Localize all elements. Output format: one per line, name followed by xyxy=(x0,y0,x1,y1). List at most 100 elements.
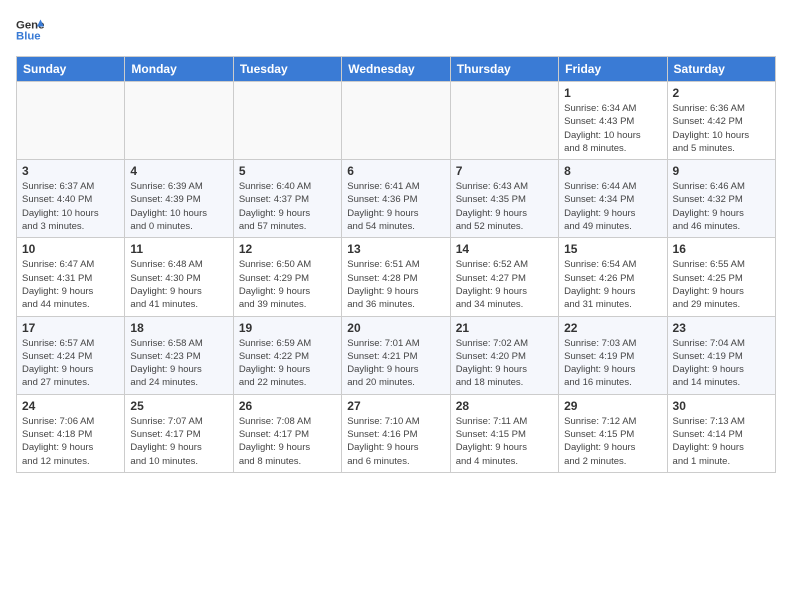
day-number: 6 xyxy=(347,164,444,178)
day-number: 4 xyxy=(130,164,227,178)
day-number: 9 xyxy=(673,164,770,178)
day-number: 3 xyxy=(22,164,119,178)
day-info: Sunrise: 7:07 AM Sunset: 4:17 PM Dayligh… xyxy=(130,415,227,468)
calendar-cell xyxy=(233,82,341,160)
calendar-table: SundayMondayTuesdayWednesdayThursdayFrid… xyxy=(16,56,776,473)
weekday-header-sunday: Sunday xyxy=(17,57,125,82)
day-info: Sunrise: 6:43 AM Sunset: 4:35 PM Dayligh… xyxy=(456,180,553,233)
day-number: 19 xyxy=(239,321,336,335)
day-number: 18 xyxy=(130,321,227,335)
calendar-cell: 15 Sunrise: 6:54 AM Sunset: 4:26 PM Dayli… xyxy=(559,238,667,316)
weekday-header-wednesday: Wednesday xyxy=(342,57,450,82)
day-info: Sunrise: 7:03 AM Sunset: 4:19 PM Dayligh… xyxy=(564,337,661,390)
day-info: Sunrise: 7:04 AM Sunset: 4:19 PM Dayligh… xyxy=(673,337,770,390)
calendar-cell xyxy=(17,82,125,160)
calendar-cell: 8 Sunrise: 6:44 AM Sunset: 4:34 PM Daylig… xyxy=(559,160,667,238)
calendar-cell: 18 Sunrise: 6:58 AM Sunset: 4:23 PM Dayli… xyxy=(125,316,233,394)
day-info: Sunrise: 6:52 AM Sunset: 4:27 PM Dayligh… xyxy=(456,258,553,311)
calendar-cell: 11 Sunrise: 6:48 AM Sunset: 4:30 PM Dayli… xyxy=(125,238,233,316)
day-number: 24 xyxy=(22,399,119,413)
calendar-cell: 4Sunrise: 6:39 AM Sunset: 4:39 PM Daylig… xyxy=(125,160,233,238)
day-number: 14 xyxy=(456,242,553,256)
day-number: 1 xyxy=(564,86,661,100)
day-number: 7 xyxy=(456,164,553,178)
calendar-cell: 14 Sunrise: 6:52 AM Sunset: 4:27 PM Dayli… xyxy=(450,238,558,316)
calendar-cell xyxy=(342,82,450,160)
day-number: 21 xyxy=(456,321,553,335)
day-info: Sunrise: 7:13 AM Sunset: 4:14 PM Dayligh… xyxy=(673,415,770,468)
day-number: 22 xyxy=(564,321,661,335)
calendar-cell: 5 Sunrise: 6:40 AM Sunset: 4:37 PM Daylig… xyxy=(233,160,341,238)
weekday-header-friday: Friday xyxy=(559,57,667,82)
day-number: 15 xyxy=(564,242,661,256)
calendar-cell: 19 Sunrise: 6:59 AM Sunset: 4:22 PM Dayli… xyxy=(233,316,341,394)
logo: General Blue xyxy=(16,16,44,44)
day-info: Sunrise: 7:08 AM Sunset: 4:17 PM Dayligh… xyxy=(239,415,336,468)
calendar-cell: 17 Sunrise: 6:57 AM Sunset: 4:24 PM Dayli… xyxy=(17,316,125,394)
day-info: Sunrise: 7:01 AM Sunset: 4:21 PM Dayligh… xyxy=(347,337,444,390)
day-number: 11 xyxy=(130,242,227,256)
calendar-cell: 16 Sunrise: 6:55 AM Sunset: 4:25 PM Dayli… xyxy=(667,238,775,316)
day-info: Sunrise: 6:41 AM Sunset: 4:36 PM Dayligh… xyxy=(347,180,444,233)
calendar-cell: 13 Sunrise: 6:51 AM Sunset: 4:28 PM Dayli… xyxy=(342,238,450,316)
day-info: Sunrise: 6:37 AM Sunset: 4:40 PM Dayligh… xyxy=(22,180,119,233)
day-info: Sunrise: 7:11 AM Sunset: 4:15 PM Dayligh… xyxy=(456,415,553,468)
svg-text:Blue: Blue xyxy=(16,31,41,43)
calendar-cell: 20 Sunrise: 7:01 AM Sunset: 4:21 PM Dayli… xyxy=(342,316,450,394)
calendar-cell: 6 Sunrise: 6:41 AM Sunset: 4:36 PM Daylig… xyxy=(342,160,450,238)
day-info: Sunrise: 6:47 AM Sunset: 4:31 PM Dayligh… xyxy=(22,258,119,311)
day-number: 25 xyxy=(130,399,227,413)
day-info: Sunrise: 7:10 AM Sunset: 4:16 PM Dayligh… xyxy=(347,415,444,468)
page-header: General Blue xyxy=(16,16,776,44)
day-number: 8 xyxy=(564,164,661,178)
day-info: Sunrise: 6:50 AM Sunset: 4:29 PM Dayligh… xyxy=(239,258,336,311)
calendar-cell: 27 Sunrise: 7:10 AM Sunset: 4:16 PM Dayli… xyxy=(342,394,450,472)
day-number: 13 xyxy=(347,242,444,256)
calendar-cell: 9Sunrise: 6:46 AM Sunset: 4:32 PM Daylig… xyxy=(667,160,775,238)
calendar-cell xyxy=(450,82,558,160)
calendar-cell: 26 Sunrise: 7:08 AM Sunset: 4:17 PM Dayli… xyxy=(233,394,341,472)
day-number: 23 xyxy=(673,321,770,335)
calendar-cell: 7 Sunrise: 6:43 AM Sunset: 4:35 PM Daylig… xyxy=(450,160,558,238)
calendar-cell: 21 Sunrise: 7:02 AM Sunset: 4:20 PM Dayli… xyxy=(450,316,558,394)
calendar-cell: 2 Sunrise: 6:36 AM Sunset: 4:42 PM Daylig… xyxy=(667,82,775,160)
calendar-cell: 3 Sunrise: 6:37 AM Sunset: 4:40 PM Daylig… xyxy=(17,160,125,238)
day-number: 26 xyxy=(239,399,336,413)
day-number: 29 xyxy=(564,399,661,413)
calendar-cell: 24Sunrise: 7:06 AM Sunset: 4:18 PM Dayli… xyxy=(17,394,125,472)
day-number: 27 xyxy=(347,399,444,413)
calendar-cell: 23 Sunrise: 7:04 AM Sunset: 4:19 PM Dayli… xyxy=(667,316,775,394)
day-info: Sunrise: 6:55 AM Sunset: 4:25 PM Dayligh… xyxy=(673,258,770,311)
day-info: Sunrise: 6:48 AM Sunset: 4:30 PM Dayligh… xyxy=(130,258,227,311)
day-number: 5 xyxy=(239,164,336,178)
calendar-cell: 1 Sunrise: 6:34 AM Sunset: 4:43 PM Daylig… xyxy=(559,82,667,160)
day-number: 17 xyxy=(22,321,119,335)
day-number: 10 xyxy=(22,242,119,256)
day-info: Sunrise: 6:51 AM Sunset: 4:28 PM Dayligh… xyxy=(347,258,444,311)
weekday-header-thursday: Thursday xyxy=(450,57,558,82)
day-number: 12 xyxy=(239,242,336,256)
day-info: Sunrise: 6:59 AM Sunset: 4:22 PM Dayligh… xyxy=(239,337,336,390)
logo-icon: General Blue xyxy=(16,16,44,44)
day-info: Sunrise: 6:36 AM Sunset: 4:42 PM Dayligh… xyxy=(673,102,770,155)
calendar-cell: 12 Sunrise: 6:50 AM Sunset: 4:29 PM Dayli… xyxy=(233,238,341,316)
day-number: 20 xyxy=(347,321,444,335)
day-info: Sunrise: 7:12 AM Sunset: 4:15 PM Dayligh… xyxy=(564,415,661,468)
day-info: Sunrise: 6:54 AM Sunset: 4:26 PM Dayligh… xyxy=(564,258,661,311)
day-number: 2 xyxy=(673,86,770,100)
weekday-header-tuesday: Tuesday xyxy=(233,57,341,82)
weekday-header-monday: Monday xyxy=(125,57,233,82)
day-number: 28 xyxy=(456,399,553,413)
calendar-cell xyxy=(125,82,233,160)
calendar-cell: 29 Sunrise: 7:12 AM Sunset: 4:15 PM Dayli… xyxy=(559,394,667,472)
day-info: Sunrise: 6:58 AM Sunset: 4:23 PM Dayligh… xyxy=(130,337,227,390)
day-info: Sunrise: 6:40 AM Sunset: 4:37 PM Dayligh… xyxy=(239,180,336,233)
calendar-cell: 30Sunrise: 7:13 AM Sunset: 4:14 PM Dayli… xyxy=(667,394,775,472)
day-info: Sunrise: 6:34 AM Sunset: 4:43 PM Dayligh… xyxy=(564,102,661,155)
calendar-cell: 25 Sunrise: 7:07 AM Sunset: 4:17 PM Dayli… xyxy=(125,394,233,472)
weekday-header-saturday: Saturday xyxy=(667,57,775,82)
day-info: Sunrise: 6:57 AM Sunset: 4:24 PM Dayligh… xyxy=(22,337,119,390)
day-info: Sunrise: 7:02 AM Sunset: 4:20 PM Dayligh… xyxy=(456,337,553,390)
day-number: 16 xyxy=(673,242,770,256)
day-info: Sunrise: 6:44 AM Sunset: 4:34 PM Dayligh… xyxy=(564,180,661,233)
